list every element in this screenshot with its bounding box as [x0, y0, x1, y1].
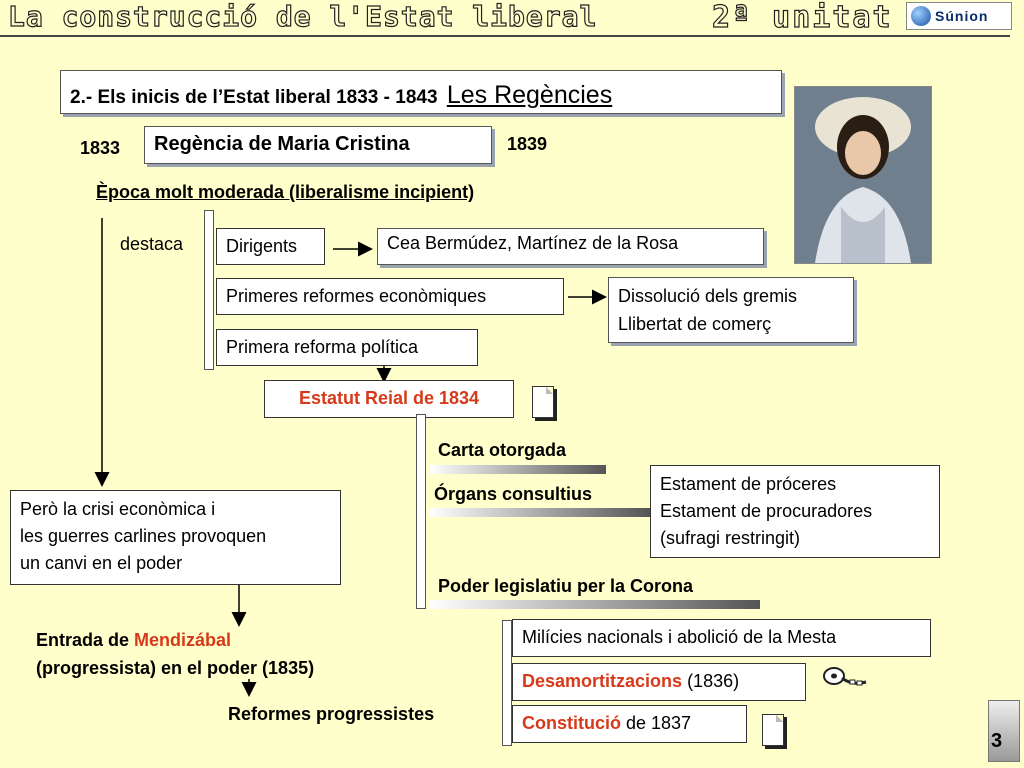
poder-legislatiu-label: Poder legislatiu per la Corona — [438, 576, 694, 596]
estaments-box: Estament de próceres Estament de procura… — [650, 465, 940, 558]
crisi-line: Però la crisi econòmica i — [20, 499, 216, 519]
constitucio-label: Constitució — [522, 713, 621, 733]
constitucio-year: de 1837 — [621, 713, 692, 733]
group-bar-estatut — [416, 414, 426, 609]
epoch-label: Època molt moderada (liberalisme incipie… — [96, 182, 475, 202]
portrait-maria-cristina — [794, 86, 932, 264]
reformes-result-line: Dissolució dels gremis — [618, 286, 798, 306]
estament-line: Estament de procuradores — [660, 501, 873, 521]
year-start: 1833 — [80, 138, 121, 158]
document-icon[interactable] — [532, 386, 554, 418]
section-title-box: 2.- Els inicis de l’Estat liberal 1833 -… — [60, 70, 782, 114]
carta-underbar — [430, 465, 606, 474]
regency-box: Regència de Maria Cristina — [144, 126, 492, 164]
organs-underbar — [430, 508, 650, 517]
entrada-suffix: (progressista) en el poder (1835) — [36, 658, 315, 678]
constitucio-box: Constitució de 1837 — [512, 705, 747, 743]
desamortitzacions-label: Desamortitzacions — [522, 671, 683, 691]
reformes-progressistes-label: Reformes progressistes — [228, 704, 435, 724]
entrada-text: Entrada de Mendizábal (progressista) en … — [36, 626, 314, 682]
crisi-line: les guerres carlines provoquen — [20, 526, 267, 546]
poder-underbar — [430, 600, 760, 609]
estament-line: (sufragi restringit) — [660, 528, 801, 548]
section-title: 2.- Els inicis de l’Estat liberal 1833 -… — [70, 87, 438, 108]
page-number: 3 — [991, 730, 1003, 752]
crisi-box: Però la crisi econòmica i les guerres ca… — [10, 490, 341, 585]
document-icon[interactable] — [762, 714, 784, 746]
crisi-line: un canvi en el poder — [20, 553, 183, 573]
reformes-economiques-box: Primeres reformes econòmiques — [216, 278, 564, 315]
reformes-result-line: Llibertat de comerç — [618, 314, 772, 334]
estatut-box: Estatut Reial de 1834 — [264, 380, 514, 418]
group-bar-destaca — [204, 210, 214, 370]
mendizabal-name: Mendizábal — [134, 630, 232, 650]
desamortitzacions-box: Desamortitzacions (1836) — [512, 663, 806, 701]
section-subtitle: Les Regències — [446, 81, 613, 109]
year-end: 1839 — [507, 134, 548, 154]
dirigents-names-box: Cea Bermúdez, Martínez de la Rosa — [377, 228, 764, 265]
destaca-label: destaca — [120, 234, 184, 254]
dirigents-box: Dirigents — [216, 228, 325, 265]
estament-line: Estament de próceres — [660, 474, 837, 494]
milicies-box: Milícies nacionals i abolició de la Mest… — [512, 619, 931, 657]
reforma-politica-box: Primera reforma política — [216, 329, 478, 366]
desamortitzacions-year: (1836) — [682, 671, 740, 691]
carta-label: Carta otorgada — [438, 440, 567, 460]
film-reel-icon[interactable] — [822, 664, 868, 690]
group-bar-progressistes — [502, 620, 512, 746]
organs-label: Órgans consultius — [434, 484, 593, 504]
reformes-result-box: Dissolució dels gremis Llibertat de come… — [608, 277, 854, 343]
entrada-prefix: Entrada de — [36, 630, 135, 650]
